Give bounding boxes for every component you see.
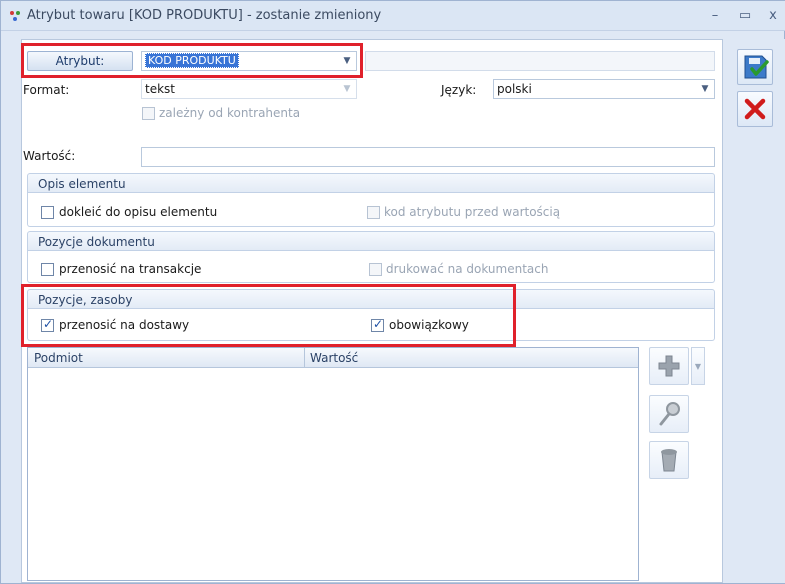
maximize-button[interactable]: ▭: [735, 7, 755, 25]
window-title: Atrybut towaru [KOD PRODUKTU] - zostanie…: [27, 8, 382, 23]
highlight-positions: [21, 284, 516, 347]
transfer-transactions-label[interactable]: przenosić na transakcje: [59, 262, 201, 276]
minimize-button[interactable]: –: [705, 7, 725, 25]
action-sidebar: [729, 39, 785, 583]
column-divider[interactable]: [304, 348, 305, 368]
column-header-podmiot[interactable]: Podmiot: [34, 351, 83, 365]
highlight-attribute: [21, 43, 363, 78]
value-input[interactable]: [141, 147, 715, 167]
append-description-label[interactable]: dokleić do opisu elementu: [59, 205, 217, 219]
save-button[interactable]: [737, 49, 773, 85]
app-icon: [10, 11, 20, 21]
contractor-dependent-checkbox: [142, 107, 155, 120]
language-combo[interactable]: polski ▼: [493, 79, 715, 99]
group-header-pozycje-dokumentu: Pozycje dokumentu: [27, 231, 715, 251]
attribute-description-field: [365, 51, 715, 71]
save-icon: [744, 55, 769, 79]
title-bar: Atrybut towaru [KOD PRODUKTU] - zostanie…: [1, 1, 785, 31]
group-header-opis: Opis elementu: [27, 173, 715, 193]
code-before-value-label: kod atrybutu przed wartością: [384, 205, 561, 219]
add-dropdown-button[interactable]: ▼: [691, 347, 705, 385]
transfer-transactions-checkbox[interactable]: [41, 263, 54, 276]
code-before-value-checkbox: [367, 206, 380, 219]
print-documents-label: drukować na dokumentach: [386, 262, 549, 276]
format-combo: tekst ▼: [141, 79, 357, 99]
cancel-icon: [744, 98, 766, 120]
print-documents-checkbox: [369, 263, 382, 276]
close-button[interactable]: x: [763, 7, 783, 25]
contractor-dependent-label: zależny od kontrahenta: [159, 106, 301, 120]
magnifier-icon: [659, 402, 680, 426]
contractor-values-grid[interactable]: Podmiot Wartość: [27, 347, 639, 581]
dialog-window: Atrybut towaru [KOD PRODUKTU] - zostanie…: [0, 0, 785, 584]
format-value: tekst: [145, 82, 175, 96]
append-description-checkbox[interactable]: [41, 206, 54, 219]
cancel-button[interactable]: [737, 91, 773, 127]
column-header-wartosc[interactable]: Wartość: [310, 351, 358, 365]
value-label: Wartość:: [23, 149, 76, 163]
chevron-down-icon[interactable]: ▼: [696, 80, 714, 98]
format-label: Format:: [23, 83, 70, 97]
group-title: Pozycje dokumentu: [38, 235, 155, 249]
edit-button[interactable]: [649, 395, 689, 433]
grid-header: Podmiot Wartość: [28, 348, 638, 368]
language-label: Język:: [441, 83, 477, 97]
group-title: Opis elementu: [38, 177, 126, 191]
chevron-down-icon: ▼: [343, 84, 351, 94]
delete-button[interactable]: [649, 441, 689, 479]
language-value: polski: [497, 82, 532, 96]
add-button[interactable]: [649, 347, 689, 385]
plus-icon: [658, 355, 680, 377]
trash-icon: [661, 449, 677, 472]
